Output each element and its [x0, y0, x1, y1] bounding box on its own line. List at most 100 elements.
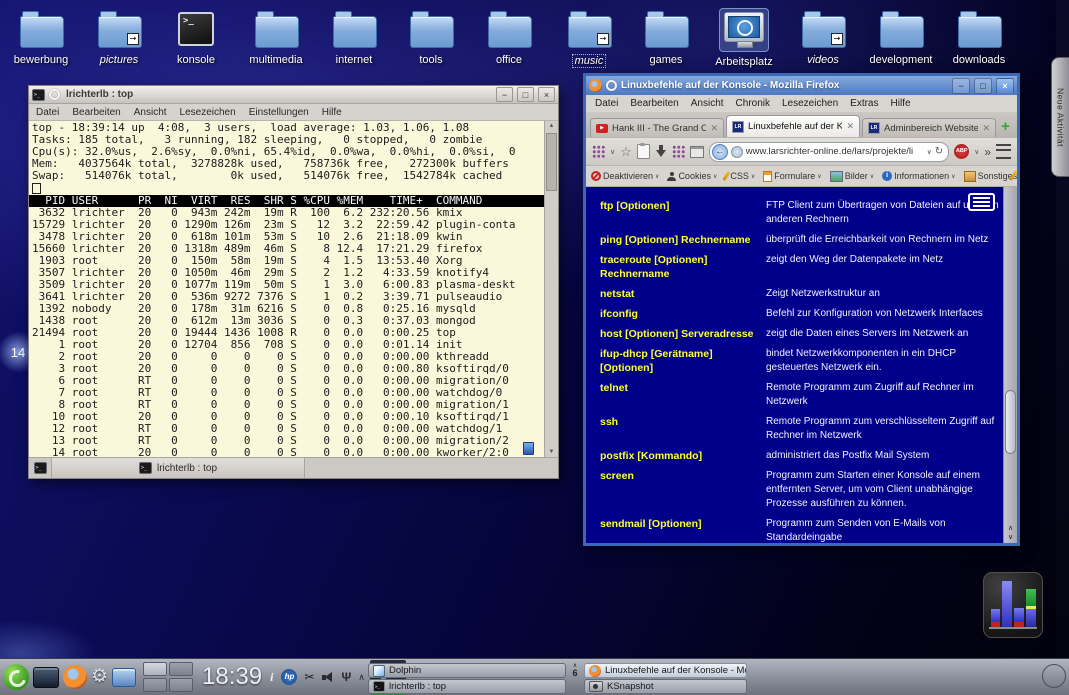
konsole-menu-datei[interactable]: Datei	[36, 107, 59, 118]
tab-close-icon[interactable]: ✕	[710, 123, 718, 134]
devbar-item-misc[interactable]: Sonstiges∨	[964, 171, 1017, 182]
desktop-icon-tools[interactable]: tools	[392, 8, 470, 68]
new-tab-button[interactable]: +	[998, 118, 1013, 137]
page-scrollbar[interactable]: ∧ ∨	[1003, 187, 1017, 543]
close-button[interactable]: ×	[538, 87, 555, 102]
minimize-button[interactable]: −	[952, 78, 970, 94]
desktop-icon-games[interactable]: games	[627, 8, 705, 68]
chevron-down-icon[interactable]: ∨	[974, 148, 979, 156]
konsole-session-tab[interactable]: >_ lrichterlb : top	[52, 458, 305, 478]
page-hamburger-icon[interactable]	[968, 193, 995, 211]
maximize-button[interactable]: □	[974, 78, 992, 94]
scroll-down-icon[interactable]: ▼	[545, 447, 558, 457]
hp-tray-icon[interactable]: hp	[281, 669, 297, 685]
firefox-menu-ansicht[interactable]: Ansicht	[691, 98, 724, 109]
usb-device-icon[interactable]: Ψ	[342, 670, 352, 684]
minimize-button[interactable]: −	[496, 87, 513, 102]
konsole-scroll-thumb[interactable]	[546, 133, 557, 191]
konsole-titlebar[interactable]: >_ lrichterlb : top − □ ×	[29, 86, 558, 104]
firefox-menu-chronik[interactable]: Chronik	[736, 98, 770, 109]
system-monitor-widget[interactable]	[983, 572, 1043, 638]
url-dropdown-icon[interactable]: ∨	[927, 148, 932, 156]
overflow-chevrons-icon[interactable]: »	[984, 145, 991, 159]
konsole-menu-lesezeichen[interactable]: Lesezeichen	[180, 107, 236, 118]
volume-icon[interactable]	[322, 671, 335, 683]
bookmark-star-icon[interactable]: ☆	[620, 145, 632, 158]
devbar-item-forms[interactable]: Formulare∨	[763, 171, 821, 182]
desktop-icon-office[interactable]: office	[470, 8, 548, 68]
browser-tab-3[interactable]: LRAdminbereich Website 2...✕	[862, 118, 996, 137]
tab-close-icon[interactable]: ✕	[846, 121, 854, 132]
pager-desktop-1[interactable]	[143, 662, 167, 676]
window-icon[interactable]	[690, 146, 704, 158]
konsole-menu-bearbeiten[interactable]: Bearbeiten	[72, 107, 120, 118]
firefox-titlebar[interactable]: Linuxbefehle auf der Konsole - Mozilla F…	[586, 76, 1017, 95]
firefox-launcher-icon[interactable]	[63, 665, 87, 689]
browser-tab-1[interactable]: ▶Hank III - The Grand Ole ...✕	[590, 118, 724, 137]
konsole-menu-hilfe[interactable]: Hilfe	[322, 107, 342, 118]
taskbar-task-ksnapshot[interactable]: KSnapshot	[584, 679, 747, 694]
addon-grid-icon[interactable]	[672, 145, 685, 158]
reload-icon[interactable]: ↻	[935, 146, 943, 157]
scroll-up-icon[interactable]: ▲	[545, 121, 558, 131]
suse-start-icon[interactable]	[3, 664, 29, 690]
tab-close-icon[interactable]: ✕	[982, 123, 990, 134]
pager-desktop-4[interactable]	[169, 678, 193, 692]
taskbar-task-dolphin[interactable]: Dolphin	[368, 663, 566, 678]
page-scroll-thumb[interactable]	[1005, 390, 1016, 454]
desktop-icon-music[interactable]: →music	[550, 8, 628, 69]
firefox-menu-lesezeichen[interactable]: Lesezeichen	[782, 98, 838, 109]
firefox-menu-hilfe[interactable]: Hilfe	[891, 98, 911, 109]
plasma-cashew-icon[interactable]	[1042, 664, 1066, 688]
pin-icon[interactable]	[606, 80, 617, 91]
maximize-button[interactable]: □	[517, 87, 534, 102]
adblock-icon[interactable]: ABP	[954, 144, 969, 159]
back-button[interactable]: ←	[712, 144, 728, 160]
clipboard-icon[interactable]	[637, 144, 650, 159]
pager-desktop-3[interactable]	[143, 678, 167, 692]
chevron-down-icon[interactable]: ∨	[610, 148, 615, 156]
desktop-icon-development[interactable]: development	[862, 8, 940, 68]
apps-grid-icon[interactable]	[592, 145, 605, 158]
desktop-icon-bewerbung[interactable]: bewerbung	[2, 8, 80, 68]
downloads-arrow-icon[interactable]	[655, 145, 667, 158]
pager-desktop-2[interactable]	[169, 662, 193, 676]
konsole-menu-einstellungen[interactable]: Einstellungen	[249, 107, 309, 118]
url-text[interactable]: www.larsrichter-online.de/lars/projekte/…	[746, 146, 924, 157]
konsole-scrollbar[interactable]: ▲ ▼	[544, 121, 558, 457]
terminal-output[interactable]: top - 18:39:14 up 4:08, 3 users, load av…	[29, 121, 544, 457]
devbar-item-disable[interactable]: Deaktivieren∨	[591, 171, 659, 181]
info-icon[interactable]: i	[270, 670, 273, 685]
desktop-icon-internet[interactable]: internet	[315, 8, 393, 68]
close-button[interactable]: ×	[996, 78, 1014, 94]
desktop-icon-Arbeitsplatz[interactable]: Arbeitsplatz	[705, 8, 783, 70]
klipper-scissors-icon[interactable]: ✂	[304, 670, 314, 684]
desktop-icon-multimedia[interactable]: multimedia	[237, 8, 315, 68]
taskbar-task-konsole[interactable]: >_lrichterlb : top	[368, 679, 566, 694]
devbar-item-cookies[interactable]: Cookies∨	[667, 171, 717, 181]
menu-hamburger-icon[interactable]	[996, 144, 1011, 159]
activity-sidebar-tab[interactable]: Neue Aktivität	[1051, 57, 1069, 177]
browser-tab-2[interactable]: LRLinuxbefehle auf der Kon...✕	[726, 115, 860, 137]
pin-icon[interactable]	[49, 89, 60, 100]
desktop-icon-pictures[interactable]: →pictures	[80, 8, 158, 68]
desktop-icon-konsole[interactable]: >_konsole	[157, 8, 235, 68]
devbar-item-information[interactable]: iInformationen∨	[882, 171, 955, 181]
new-session-button[interactable]: >_	[29, 458, 52, 478]
desktop-icon-downloads[interactable]: downloads	[940, 8, 1018, 68]
firefox-menu-bearbeiten[interactable]: Bearbeiten	[630, 98, 678, 109]
task-overflow-indicator[interactable]: ∧ 6	[570, 663, 580, 678]
scroll-down-icon[interactable]: ∨	[1004, 534, 1017, 542]
devbar-item-css[interactable]: CSS∨	[725, 171, 755, 181]
tray-expand-icon[interactable]: ∧	[358, 672, 365, 683]
scroll-up-icon[interactable]: ∧	[1004, 525, 1017, 533]
drive-launcher-icon[interactable]	[112, 668, 136, 687]
firefox-menu-extras[interactable]: Extras	[850, 98, 878, 109]
clock[interactable]: 18:39	[202, 663, 262, 691]
desktop-icon-videos[interactable]: →videos	[784, 8, 862, 68]
firefox-menu-datei[interactable]: Datei	[595, 98, 618, 109]
url-bar[interactable]: ← www.larsrichter-online.de/lars/projekt…	[709, 142, 949, 162]
taskbar-task-firefox[interactable]: Linuxbefehle auf der Konsole - Moz	[584, 663, 747, 678]
show-desktop-icon[interactable]	[33, 667, 59, 688]
devbar-item-images[interactable]: Bilder∨	[830, 171, 874, 182]
